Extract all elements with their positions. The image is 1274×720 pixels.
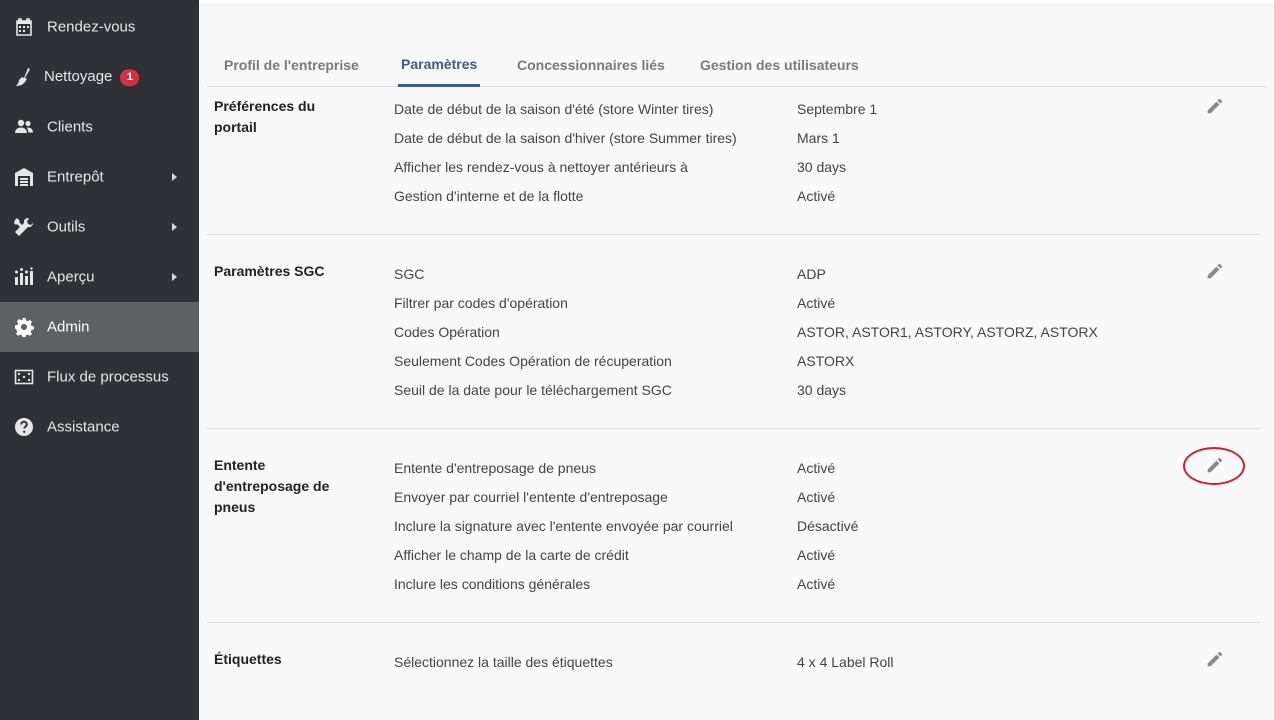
setting-value: ADP	[797, 266, 826, 282]
setting-label: Sélectionnez la taille des étiquettes	[394, 654, 613, 670]
setting-label: Codes Opération	[394, 324, 500, 340]
sidebar-item-label: Entrepôt	[47, 168, 104, 186]
pencil-icon	[1207, 263, 1222, 278]
section-title: Préférences du portail	[214, 98, 316, 135]
setting-value: ASTOR, ASTOR1, ASTORY, ASTORZ, ASTORX	[797, 324, 1098, 340]
setting-value: Mars 1	[797, 130, 840, 146]
setting-label: Gestion d'interne et de la flotte	[394, 188, 584, 204]
setting-value: Septembre 1	[797, 101, 878, 117]
sidebar-item-label: Assistance	[47, 418, 120, 436]
section-divider	[207, 234, 1260, 235]
tab-parametres[interactable]: Paramètres	[398, 44, 481, 87]
chart-icon	[13, 266, 35, 288]
setting-label: Date de début de la saison d'été (store …	[394, 101, 714, 117]
pencil-icon	[1207, 98, 1222, 113]
setting-value: Activé	[797, 489, 836, 505]
setting-value: Activé	[797, 460, 836, 476]
setting-label: Afficher le champ de la carte de crédit	[394, 547, 629, 563]
pencil-icon	[1207, 457, 1222, 472]
sidebar-item-rendez-vous[interactable]: Rendez-vous	[0, 2, 199, 52]
tab-profil-entreprise[interactable]: Profil de l'entreprise	[221, 44, 362, 86]
tools-icon	[13, 216, 35, 238]
section-title: Entente d'entreposage de pneus	[214, 457, 330, 515]
section-title: Étiquettes	[214, 651, 282, 667]
sidebar-item-label: Outils	[47, 218, 86, 236]
setting-label: Inclure la signature avec l'entente envo…	[394, 518, 733, 534]
setting-value: Activé	[797, 188, 836, 204]
setting-label: Envoyer par courriel l'entente d'entrepo…	[394, 489, 668, 505]
sidebar: Rendez-vous Nettoyage 1 Clients Entrepôt …	[0, 0, 199, 720]
setting-value: Désactivé	[797, 518, 859, 534]
sidebar-item-label: Aperçu	[47, 268, 95, 286]
users-icon	[13, 116, 35, 138]
sidebar-item-label: Flux de processus	[47, 368, 169, 386]
calendar-icon	[13, 16, 35, 38]
tab-gestion-utilisateurs[interactable]: Gestion des utilisateurs	[697, 44, 862, 86]
setting-label: Date de début de la saison d'hiver (stor…	[394, 130, 737, 146]
workflow-icon	[13, 366, 35, 388]
notification-badge: 1	[120, 68, 140, 86]
setting-label: Seuil de la date pour le téléchargement …	[394, 382, 672, 398]
top-bar	[199, 0, 1274, 4]
sidebar-item-assistance[interactable]: Assistance	[0, 402, 199, 452]
setting-label: SGC	[394, 266, 425, 282]
setting-value: 30 days	[797, 159, 847, 175]
sidebar-item-label: Nettoyage 1	[44, 68, 140, 86]
chevron-right-icon	[172, 223, 177, 231]
edit-entente-button[interactable]	[1202, 453, 1226, 477]
setting-value: 4 x 4 Label Roll	[797, 654, 894, 670]
setting-label: Filtrer par codes d'opération	[394, 295, 568, 311]
section-divider	[207, 622, 1260, 623]
setting-value: Activé	[797, 547, 836, 563]
gear-icon	[13, 316, 35, 338]
sidebar-item-label: Clients	[47, 118, 93, 136]
settings-tabs: Profil de l'entreprise Paramètres Conces…	[207, 44, 1267, 87]
setting-value: Activé	[797, 576, 836, 592]
sidebar-item-label: Admin	[47, 318, 90, 336]
help-icon	[13, 416, 35, 438]
sidebar-item-flux-de-processus[interactable]: Flux de processus	[0, 352, 199, 402]
edit-etiquettes-button[interactable]	[1202, 647, 1226, 671]
chevron-right-icon	[172, 273, 177, 281]
sidebar-item-label: Rendez-vous	[47, 18, 136, 36]
setting-value: Activé	[797, 295, 836, 311]
pencil-icon	[1207, 651, 1222, 666]
chevron-right-icon	[172, 173, 177, 181]
section-divider	[207, 428, 1260, 429]
setting-label: Inclure les conditions générales	[394, 576, 591, 592]
sidebar-item-entrepot[interactable]: Entrepôt	[0, 152, 199, 202]
sidebar-item-apercu[interactable]: Aperçu	[0, 252, 199, 302]
setting-value: ASTORX	[797, 353, 855, 369]
warehouse-icon	[13, 166, 35, 188]
setting-label: Afficher les rendez-vous à nettoyer anté…	[394, 159, 688, 175]
setting-label: Seulement Codes Opération de récuperatio…	[394, 353, 672, 369]
broom-icon	[13, 66, 35, 88]
setting-label: Entente d'entreposage de pneus	[394, 460, 596, 476]
sidebar-item-admin[interactable]: Admin	[0, 302, 199, 352]
setting-value: 30 days	[797, 382, 847, 398]
tab-concessionnaires-lies[interactable]: Concessionnaires liés	[514, 44, 668, 86]
section-title: Paramètres SGC	[214, 263, 325, 279]
sidebar-item-nettoyage[interactable]: Nettoyage 1	[0, 52, 199, 102]
edit-sgc-button[interactable]	[1202, 259, 1226, 283]
sidebar-item-outils[interactable]: Outils	[0, 202, 199, 252]
sidebar-item-clients[interactable]: Clients	[0, 102, 199, 152]
edit-preferences-button[interactable]	[1202, 94, 1226, 118]
